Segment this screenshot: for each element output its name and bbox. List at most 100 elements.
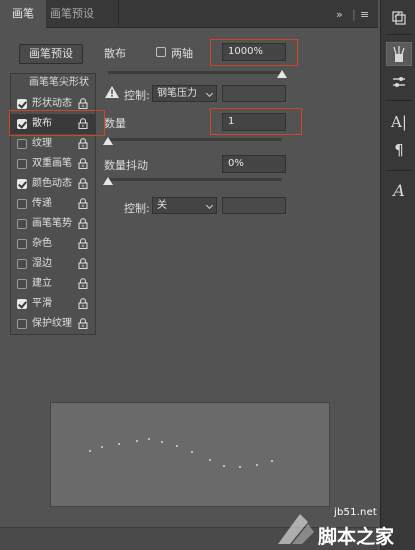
- brush-option-label: 建立: [32, 278, 52, 289]
- brush-presets-button[interactable]: 画笔预设: [19, 44, 83, 64]
- scatter-slider-thumb[interactable]: [277, 70, 287, 78]
- control-label: 控制:: [124, 89, 150, 102]
- lock-icon[interactable]: [78, 318, 88, 329]
- count-slider-thumb[interactable]: [103, 137, 113, 145]
- brush-option-checkbox[interactable]: [17, 239, 27, 249]
- control-extra-field[interactable]: [222, 85, 286, 102]
- brush-option-label: 湿边: [32, 258, 52, 269]
- brush-option-item[interactable]: 双重画笔: [11, 154, 95, 174]
- lock-icon[interactable]: [78, 198, 88, 209]
- toolbar-divider: [386, 100, 412, 101]
- tab-brush[interactable]: 画笔: [0, 0, 46, 28]
- preview-dot: [161, 441, 163, 443]
- brush-option-checkbox[interactable]: [17, 259, 27, 269]
- watermark-logo: [278, 514, 314, 544]
- brush-option-item[interactable]: 画笔笔势: [11, 214, 95, 234]
- brush-option-checkbox[interactable]: [17, 159, 27, 169]
- control-select-value: 钢笔压力: [157, 88, 197, 99]
- jitter-control-select[interactable]: 关: [152, 197, 217, 214]
- right-toolbar: A| ¶ A: [380, 0, 415, 550]
- brush-settings-icon[interactable]: [386, 70, 412, 94]
- character-panel-icon[interactable]: A|: [386, 110, 412, 134]
- lock-icon[interactable]: [78, 238, 88, 249]
- count-jitter-slider-track[interactable]: [108, 178, 282, 181]
- brush-option-label: 平滑: [32, 298, 52, 309]
- brush-option-label: 形状动态: [32, 98, 72, 109]
- chevron-down-icon: [205, 89, 214, 98]
- preview-dot: [148, 438, 150, 440]
- preview-dot: [209, 459, 211, 461]
- preview-dot: [136, 440, 138, 442]
- lock-icon[interactable]: [78, 218, 88, 229]
- toolbar-divider: [386, 34, 412, 35]
- stroke-preview: [50, 402, 330, 507]
- chevron-down-icon: [205, 201, 214, 210]
- brush-option-checkbox[interactable]: [17, 279, 27, 289]
- lock-icon[interactable]: [78, 258, 88, 269]
- lock-icon[interactable]: [78, 98, 88, 109]
- jitter-control-select-value: 关: [157, 200, 167, 211]
- preview-dot: [239, 466, 241, 468]
- jitter-control-extra-field[interactable]: [222, 197, 286, 214]
- tab-brush-presets[interactable]: 画笔预设: [50, 0, 110, 28]
- brush-option-item[interactable]: 传递: [11, 194, 95, 214]
- collapse-panel-button[interactable]: »: [336, 9, 343, 20]
- brush-option-label: 纹理: [32, 138, 52, 149]
- watermark-text: 脚本之家: [318, 526, 395, 548]
- lock-icon[interactable]: [78, 158, 88, 169]
- brush-option-item[interactable]: 建立: [11, 274, 95, 294]
- brush-option-checkbox[interactable]: [17, 299, 27, 309]
- brush-option-label: 传递: [32, 198, 52, 209]
- brush-option-label: 保护纹理: [32, 318, 72, 329]
- scatter-slider-track[interactable]: [108, 71, 282, 74]
- tab-divider: [118, 0, 119, 28]
- toolbar-divider: [386, 170, 412, 171]
- both-axes-label: 两轴: [171, 47, 193, 60]
- highlight-count-value: [210, 108, 302, 135]
- count-jitter-label: 数量抖动: [104, 159, 148, 172]
- preview-dot: [89, 450, 91, 452]
- brush-panel: 画笔 画笔预设 » | ≡ 画笔预设 画笔笔尖形状 形状动态 散布 纹理 双重画笔 颜色…: [0, 0, 378, 550]
- brush-option-item[interactable]: 保护纹理: [11, 314, 95, 334]
- count-jitter-slider-thumb[interactable]: [103, 177, 113, 185]
- watermark-url: jb51.net: [334, 507, 378, 518]
- brush-option-checkbox[interactable]: [17, 99, 27, 109]
- preview-dot: [118, 443, 120, 445]
- paragraph-panel-icon[interactable]: ¶: [386, 138, 412, 162]
- brush-option-checkbox[interactable]: [17, 179, 27, 189]
- brush-option-label: 双重画笔: [32, 158, 72, 169]
- brush-option-label: 颜色动态: [32, 178, 72, 189]
- lock-icon[interactable]: [78, 278, 88, 289]
- jitter-control-label: 控制:: [124, 202, 150, 215]
- brush-option-checkbox[interactable]: [17, 319, 27, 329]
- brush-option-checkbox[interactable]: [17, 139, 27, 149]
- brush-option-checkbox[interactable]: [17, 219, 27, 229]
- preview-dot: [271, 460, 273, 462]
- brush-option-item[interactable]: 湿边: [11, 254, 95, 274]
- tabbar-divider: |: [352, 8, 356, 21]
- glyphs-panel-icon[interactable]: A: [386, 178, 412, 202]
- brush-panel-icon[interactable]: [386, 42, 412, 66]
- preview-dot: [176, 445, 178, 447]
- count-jitter-value-field[interactable]: 0%: [222, 155, 286, 173]
- count-slider-track[interactable]: [108, 138, 282, 141]
- brush-option-item[interactable]: 颜色动态: [11, 174, 95, 194]
- lock-icon[interactable]: [78, 138, 88, 149]
- both-axes-checkbox[interactable]: [156, 47, 166, 57]
- lock-icon[interactable]: [78, 298, 88, 309]
- watermark: jb51.net 脚本之家: [270, 498, 415, 550]
- history-states-icon[interactable]: [386, 6, 412, 30]
- lock-icon[interactable]: [78, 178, 88, 189]
- brush-option-checkbox[interactable]: [17, 199, 27, 209]
- preview-dot: [256, 464, 258, 466]
- panel-menu-button[interactable]: ≡: [360, 9, 369, 20]
- brush-tip-shape-header[interactable]: 画笔笔尖形状: [11, 74, 95, 92]
- preview-dot: [191, 451, 193, 453]
- warning-icon: [105, 86, 119, 98]
- brush-option-item[interactable]: 平滑: [11, 294, 95, 314]
- control-select-pen-pressure[interactable]: 钢笔压力: [152, 85, 217, 102]
- count-label: 数量: [104, 117, 126, 130]
- brush-option-item[interactable]: 杂色: [11, 234, 95, 254]
- brush-option-label: 画笔笔势: [32, 218, 72, 229]
- brush-option-item[interactable]: 纹理: [11, 134, 95, 154]
